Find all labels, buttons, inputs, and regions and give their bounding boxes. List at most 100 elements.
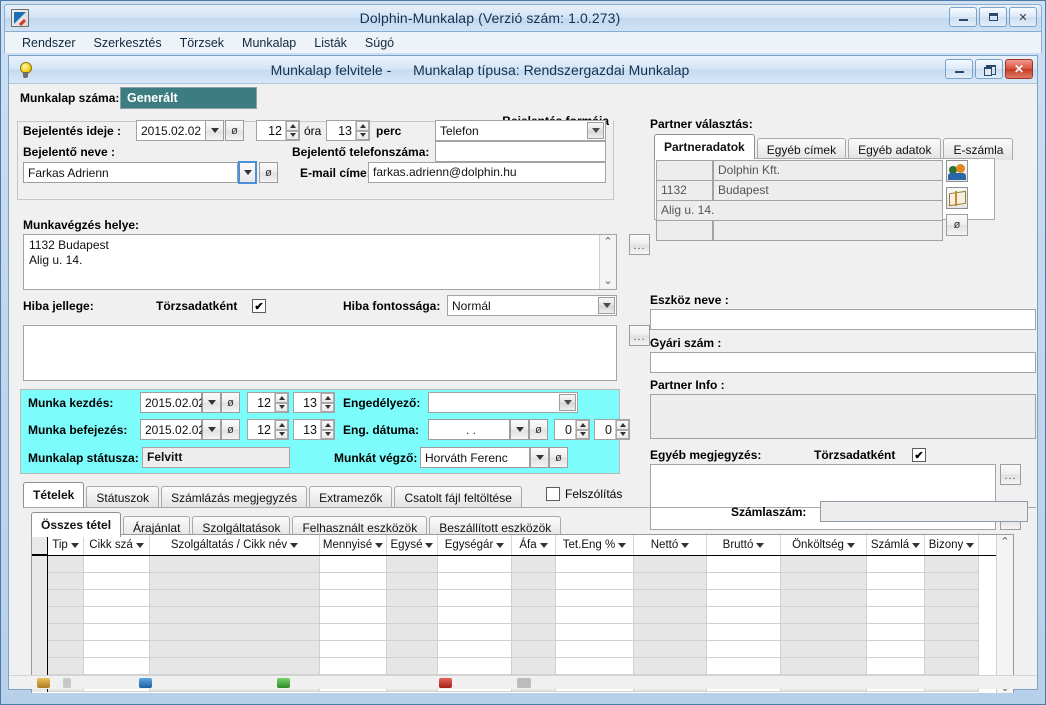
menu-item-szerkesztes[interactable]: Szerkesztés <box>85 34 171 52</box>
subtab-osszes-tetel[interactable]: Összes tétel <box>31 512 122 537</box>
scroll-down-icon[interactable]: ⌄ <box>603 276 612 287</box>
report-form-select[interactable]: Telefon <box>435 120 606 141</box>
window-close-button[interactable]: ✕ <box>1009 7 1037 27</box>
tab-statuszok[interactable]: Státuszok <box>86 486 160 508</box>
row-selector-cell[interactable] <box>32 641 48 658</box>
table-cell[interactable] <box>84 607 150 624</box>
approve-date-input[interactable]: . . <box>428 419 510 440</box>
toolbar-icon-3[interactable] <box>139 678 152 688</box>
work-start-minute-spin-arrows[interactable] <box>320 393 334 412</box>
table-cell[interactable] <box>634 624 707 641</box>
partner-street-input[interactable]: Alig u. 14. <box>656 200 943 221</box>
fault-importance-select[interactable]: Normál <box>447 295 617 316</box>
table-cell[interactable] <box>634 573 707 590</box>
approve-hour-spin-arrows[interactable] <box>575 420 589 439</box>
column-header-onkoltseg[interactable]: Önköltség <box>781 535 867 555</box>
tab-extramezok[interactable]: Extramezők <box>309 486 393 508</box>
partner-tab-egyeb-cimek[interactable]: Egyéb címek <box>756 138 847 160</box>
work-end-minute-stepper[interactable]: 13 <box>293 419 335 440</box>
table-cell[interactable] <box>512 658 556 675</box>
approve-minute-spin-arrows[interactable] <box>615 420 629 439</box>
table-cell[interactable] <box>781 573 867 590</box>
table-cell[interactable] <box>48 556 84 573</box>
work-start-hour-stepper[interactable]: 12 <box>247 392 289 413</box>
table-cell[interactable] <box>387 624 438 641</box>
partner-name-input[interactable]: Dolphin Kft. <box>713 160 943 181</box>
table-cell[interactable] <box>84 658 150 675</box>
fault-description-browse-button[interactable]: ... <box>629 325 650 346</box>
table-cell[interactable] <box>320 607 387 624</box>
reminder-checkbox[interactable]: ✔ <box>546 487 560 501</box>
reporter-clear-button[interactable]: ø <box>259 162 278 183</box>
toolbar-icon-4[interactable] <box>277 678 290 688</box>
partner-clear-button[interactable]: ø <box>946 214 968 236</box>
table-cell[interactable] <box>634 607 707 624</box>
partner-code-input[interactable] <box>656 160 713 181</box>
table-cell[interactable] <box>150 556 320 573</box>
reporter-phone-input[interactable] <box>435 141 606 162</box>
table-cell[interactable] <box>512 573 556 590</box>
scroll-up-icon[interactable]: ⌃ <box>603 237 612 248</box>
table-cell[interactable] <box>634 556 707 573</box>
items-table-vertical-scrollbar[interactable]: ⌃ ⌄ <box>996 535 1013 696</box>
form-restore-button[interactable] <box>975 59 1003 79</box>
table-cell[interactable] <box>438 573 512 590</box>
work-end-date-clear-button[interactable]: ø <box>221 419 240 440</box>
table-cell[interactable] <box>48 590 84 607</box>
fault-master-data-checkbox[interactable]: ✔ <box>252 299 266 313</box>
approve-date-dropdown-button[interactable] <box>510 419 529 440</box>
table-cell[interactable] <box>781 556 867 573</box>
table-cell[interactable] <box>781 624 867 641</box>
work-place-textarea[interactable]: 1132 Budapest Alig u. 14. ⌃ ⌄ <box>23 234 617 290</box>
table-cell[interactable] <box>512 624 556 641</box>
window-minimize-button[interactable] <box>949 7 977 27</box>
partner-pick-button[interactable] <box>946 160 968 182</box>
table-cell[interactable] <box>925 556 979 573</box>
table-cell[interactable] <box>781 607 867 624</box>
column-header-szamla[interactable]: Számlá <box>867 535 925 555</box>
table-cell[interactable] <box>150 573 320 590</box>
column-header-tip[interactable]: Tip <box>48 535 84 555</box>
table-row[interactable] <box>32 556 1013 573</box>
reporter-name-dropdown-button[interactable] <box>238 161 257 184</box>
toolbar-icon-5[interactable] <box>439 678 452 688</box>
table-cell[interactable] <box>925 624 979 641</box>
table-cell[interactable] <box>150 658 320 675</box>
partner-extra-input[interactable] <box>713 220 943 241</box>
tab-szamlazas-megjegyzes[interactable]: Számlázás megjegyzés <box>161 486 308 508</box>
serial-number-input[interactable] <box>650 352 1036 373</box>
work-place-browse-button[interactable]: ... <box>629 234 650 255</box>
table-cell[interactable] <box>387 641 438 658</box>
table-cell[interactable] <box>556 590 634 607</box>
worker-clear-button[interactable]: ø <box>549 447 568 468</box>
column-header-bizonylat[interactable]: Bizony <box>925 535 979 555</box>
other-note-master-data-checkbox[interactable]: ✔ <box>912 448 926 462</box>
partner-tab-partneradatok[interactable]: Partneradatok <box>654 134 755 159</box>
scroll-up-icon[interactable]: ⌃ <box>1000 537 1009 548</box>
menu-item-sugo[interactable]: Súgó <box>356 34 403 52</box>
partner-zip-input[interactable]: 1132 <box>656 180 713 201</box>
table-cell[interactable] <box>438 590 512 607</box>
table-cell[interactable] <box>707 641 781 658</box>
table-row[interactable] <box>32 624 1013 641</box>
table-cell[interactable] <box>320 658 387 675</box>
chevron-down-icon[interactable] <box>598 297 615 314</box>
partner-city-input[interactable]: Budapest <box>713 180 943 201</box>
table-cell[interactable] <box>387 607 438 624</box>
partner-address-book-button[interactable] <box>946 187 968 209</box>
report-date-dropdown-button[interactable] <box>205 120 224 141</box>
column-header-mennyiseg[interactable]: Mennyisé <box>320 535 387 555</box>
column-header-brutto[interactable]: Bruttó <box>707 535 781 555</box>
tab-csatolt-fajl-feltoltese[interactable]: Csatolt fájl feltöltése <box>394 486 522 508</box>
table-cell[interactable] <box>707 590 781 607</box>
table-cell[interactable] <box>707 607 781 624</box>
table-cell[interactable] <box>438 556 512 573</box>
work-end-date-input[interactable]: 2015.02.02 <box>140 419 205 440</box>
table-row[interactable] <box>32 641 1013 658</box>
table-cell[interactable] <box>634 590 707 607</box>
table-cell[interactable] <box>925 590 979 607</box>
column-header-cikkszam[interactable]: Cikk szá <box>84 535 150 555</box>
table-cell[interactable] <box>781 590 867 607</box>
column-header-netto[interactable]: Nettó <box>634 535 707 555</box>
toolbar-icon-1[interactable] <box>37 678 50 688</box>
